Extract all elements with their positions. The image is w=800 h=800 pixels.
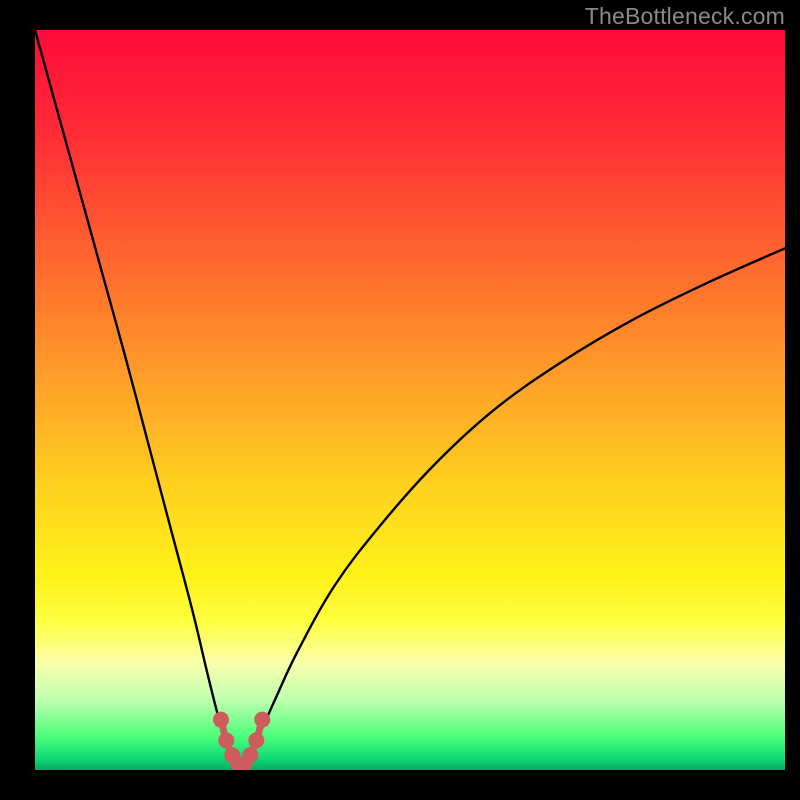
marker-dot — [219, 733, 234, 748]
marker-dot — [243, 748, 258, 763]
plot-area — [35, 30, 785, 770]
marker-dot — [214, 712, 229, 727]
gradient-background — [35, 30, 785, 770]
chart-svg — [35, 30, 785, 770]
watermark-text: TheBottleneck.com — [585, 3, 785, 30]
marker-dot — [255, 712, 270, 727]
marker-dot — [249, 733, 264, 748]
chart-stage: TheBottleneck.com — [0, 0, 800, 800]
